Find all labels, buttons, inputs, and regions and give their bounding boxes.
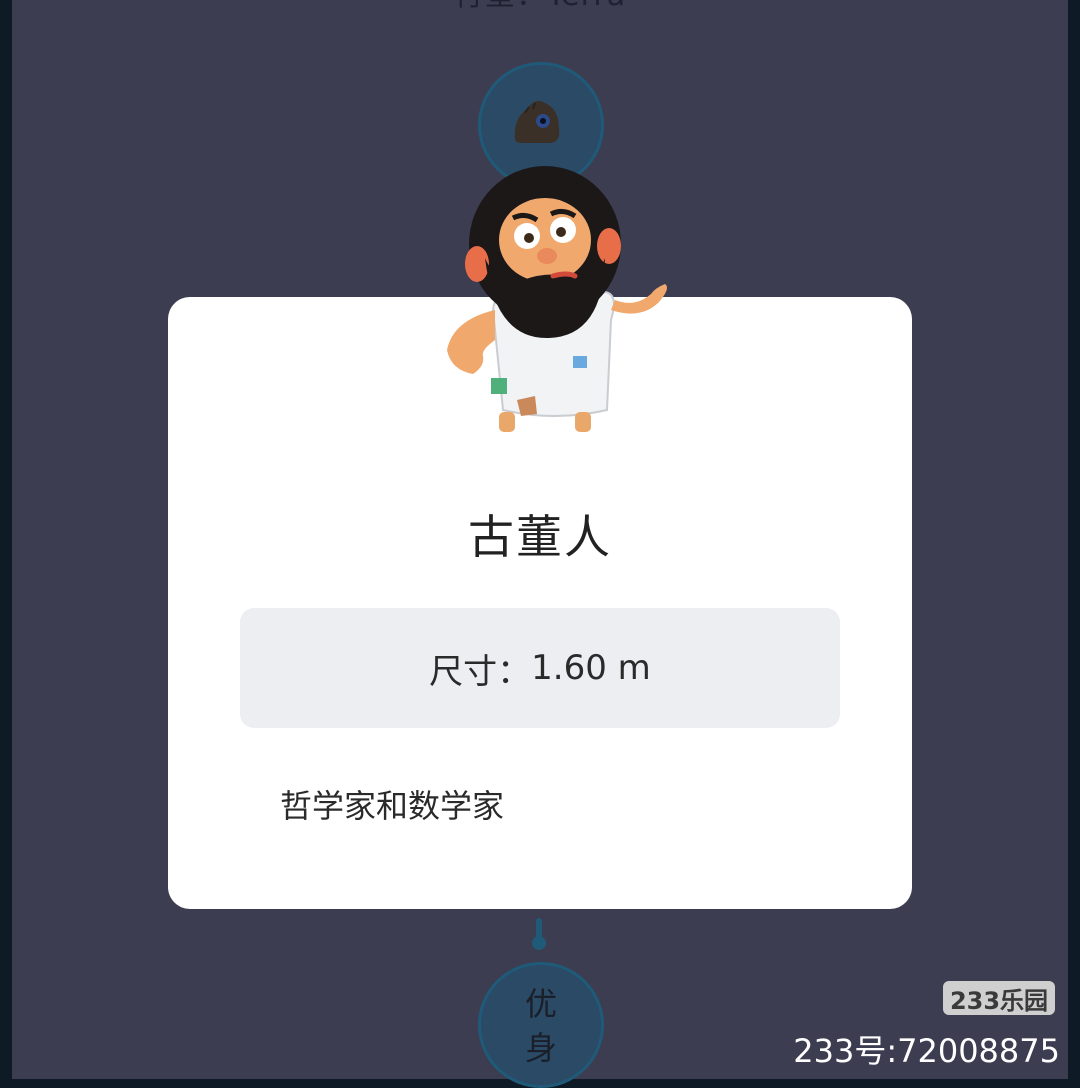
creature-name: 古董人 [468, 510, 612, 564]
philosopher-character [447, 166, 667, 432]
watermark-badge: 233乐园 [943, 981, 1055, 1015]
creature-icon [514, 101, 560, 143]
planet-label: 行星：Terra [12, 0, 1068, 14]
size-box: 尺寸： 1.60 m [240, 608, 840, 728]
size-label: 尺寸： [429, 651, 532, 692]
next-stage-node[interactable]: 优 身 [478, 962, 604, 1088]
next-stage-line1: 优 [524, 985, 557, 1023]
size-value: 1.60 m [531, 648, 651, 688]
next-stage-line2: 身 [524, 1029, 557, 1067]
creature-description: 哲学家和数学家 [280, 787, 505, 825]
watermark-id: 233号:72008875 [793, 1032, 1060, 1070]
stage-connector-dot [532, 936, 546, 950]
